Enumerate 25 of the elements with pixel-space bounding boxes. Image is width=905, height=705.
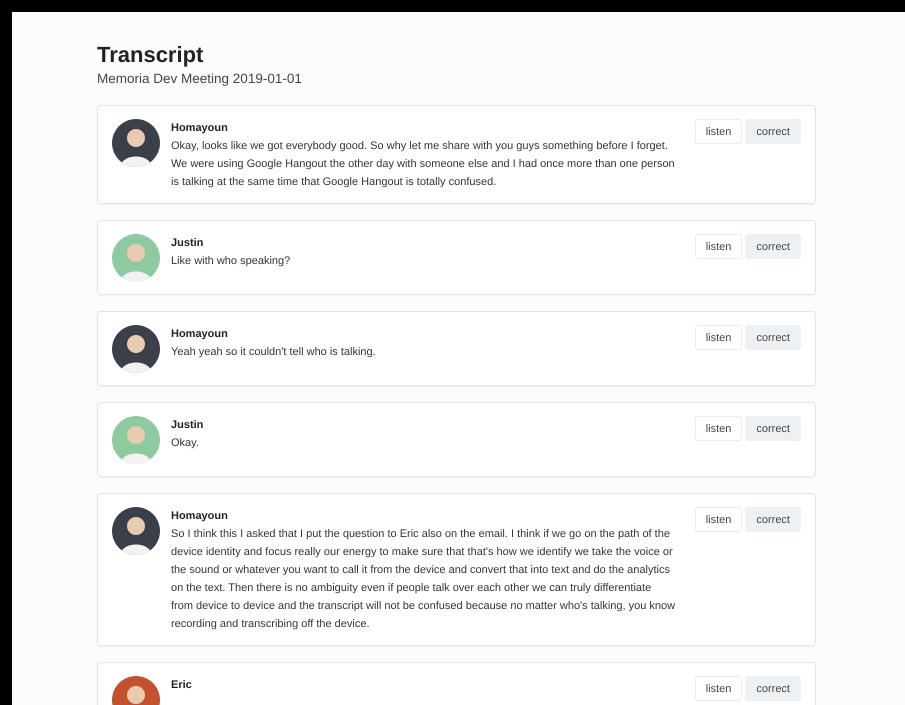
listen-button[interactable]: listen — [694, 234, 742, 259]
listen-button[interactable]: listen — [694, 119, 742, 144]
listen-button[interactable]: listen — [694, 325, 742, 350]
transcript-text: So I think this I asked that I put the question to Eric also on the email. I think if we go on the path of the device identity and focus really our energy to make sure that that's how we identify we take the voice or the sound or whatever you want to call it from the device and convert that into text and do the analytics on the text. Then there is no ambiguity even if people talk over each other we can truly differentiate from device to device and the transcript will not be confused because no matter who's talking, you know recording and transcribing off the device. — [171, 527, 676, 632]
page-subtitle: Memoria Dev Meeting 2019-01-01 — [97, 71, 303, 86]
correct-button[interactable]: correct — [745, 119, 801, 144]
correct-button[interactable]: correct — [745, 416, 801, 441]
transcript-text: Like with who speaking? — [171, 254, 292, 269]
transcript-text: Okay. — [171, 436, 200, 451]
listen-button[interactable]: listen — [694, 676, 742, 701]
speaker-name: Homayoun — [171, 328, 229, 340]
speaker-name: Justin — [171, 237, 204, 249]
correct-button[interactable]: correct — [745, 234, 801, 259]
correct-button[interactable]: correct — [745, 676, 801, 701]
correct-button[interactable]: correct — [745, 507, 801, 532]
speaker-name: Justin — [171, 419, 204, 431]
listen-button[interactable]: listen — [694, 507, 742, 532]
transcript-text: Yeah yeah so it couldn't tell who is talking. — [171, 345, 377, 360]
speaker-name: Eric — [171, 679, 193, 691]
speaker-name: Homayoun — [171, 510, 229, 522]
speaker-name: Homayoun — [171, 122, 229, 134]
listen-button[interactable]: listen — [694, 416, 742, 441]
page-title: Transcript — [97, 42, 204, 68]
transcript-text: Okay, looks like we got everybody good. So why let me share with you guys something before I forget. We were using Google Hangout the other day with someone else and I had once more than one person is talking at the same time that Google Hangout is totally confused. — [171, 139, 676, 190]
correct-button[interactable]: correct — [745, 325, 801, 350]
